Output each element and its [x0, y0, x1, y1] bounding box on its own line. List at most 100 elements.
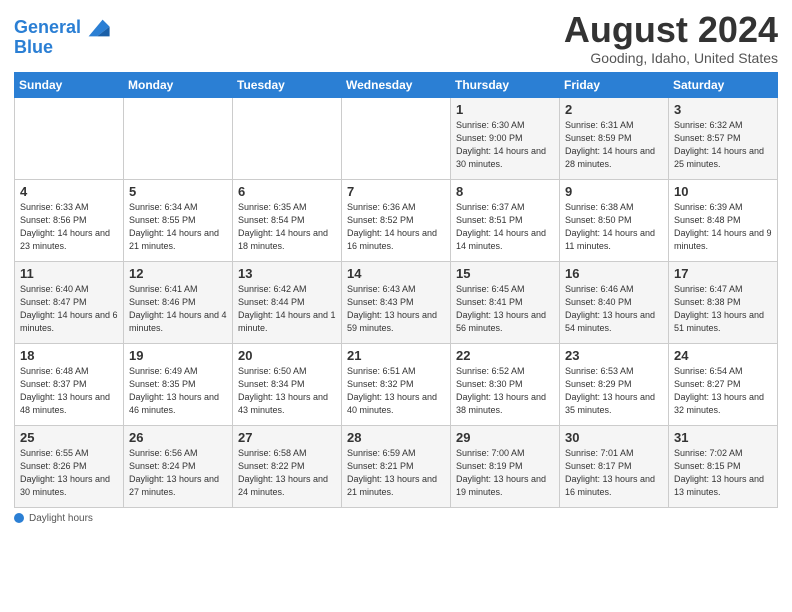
day-info: Sunrise: 6:52 AM Sunset: 8:30 PM Dayligh…: [456, 365, 554, 417]
day-info: Sunrise: 6:56 AM Sunset: 8:24 PM Dayligh…: [129, 447, 227, 499]
calendar-cell: 12 Sunrise: 6:41 AM Sunset: 8:46 PM Dayli…: [124, 261, 233, 343]
calendar-cell: 22 Sunrise: 6:52 AM Sunset: 8:30 PM Dayli…: [451, 343, 560, 425]
day-number: 23: [565, 348, 663, 363]
day-number: 15: [456, 266, 554, 281]
day-number: 19: [129, 348, 227, 363]
logo-icon: [83, 14, 111, 42]
day-number: 24: [674, 348, 772, 363]
calendar-cell: 25Sunrise: 6:55 AM Sunset: 8:26 PM Dayli…: [15, 425, 124, 507]
day-info: Sunrise: 6:34 AM Sunset: 8:55 PM Dayligh…: [129, 201, 227, 253]
day-number: 14: [347, 266, 445, 281]
day-info: Sunrise: 7:01 AM Sunset: 8:17 PM Dayligh…: [565, 447, 663, 499]
calendar-cell: 3Sunrise: 6:32 AM Sunset: 8:57 PM Daylig…: [669, 97, 778, 179]
calendar-cell: 17Sunrise: 6:47 AM Sunset: 8:38 PM Dayli…: [669, 261, 778, 343]
day-info: Sunrise: 6:54 AM Sunset: 8:27 PM Dayligh…: [674, 365, 772, 417]
calendar-cell: 23 Sunrise: 6:53 AM Sunset: 8:29 PM Dayli…: [560, 343, 669, 425]
calendar-cell: [15, 97, 124, 179]
day-info: Sunrise: 7:00 AM Sunset: 8:19 PM Dayligh…: [456, 447, 554, 499]
day-number: 20: [238, 348, 336, 363]
day-info: Sunrise: 6:41 AM Sunset: 8:46 PM Dayligh…: [129, 283, 227, 335]
day-number: 12: [129, 266, 227, 281]
day-info: Sunrise: 6:46 AM Sunset: 8:40 PM Dayligh…: [565, 283, 663, 335]
day-number: 5: [129, 184, 227, 199]
day-number: 18: [20, 348, 118, 363]
day-info: Sunrise: 6:45 AM Sunset: 8:41 PM Dayligh…: [456, 283, 554, 335]
day-info: Sunrise: 6:33 AM Sunset: 8:56 PM Dayligh…: [20, 201, 118, 253]
day-number: 22: [456, 348, 554, 363]
day-number: 31: [674, 430, 772, 445]
day-info: Sunrise: 6:39 AM Sunset: 8:48 PM Dayligh…: [674, 201, 772, 253]
calendar-cell: 9 Sunrise: 6:38 AM Sunset: 8:50 PM Daylig…: [560, 179, 669, 261]
calendar-cell: 31Sunrise: 7:02 AM Sunset: 8:15 PM Dayli…: [669, 425, 778, 507]
day-number: 2: [565, 102, 663, 117]
calendar-table: SundayMondayTuesdayWednesdayThursdayFrid…: [14, 72, 778, 508]
day-info: Sunrise: 6:37 AM Sunset: 8:51 PM Dayligh…: [456, 201, 554, 253]
day-info: Sunrise: 6:59 AM Sunset: 8:21 PM Dayligh…: [347, 447, 445, 499]
day-info: Sunrise: 6:48 AM Sunset: 8:37 PM Dayligh…: [20, 365, 118, 417]
calendar-cell: 2 Sunrise: 6:31 AM Sunset: 8:59 PM Daylig…: [560, 97, 669, 179]
day-number: 13: [238, 266, 336, 281]
weekday-header-thursday: Thursday: [451, 72, 560, 97]
day-info: Sunrise: 6:51 AM Sunset: 8:32 PM Dayligh…: [347, 365, 445, 417]
day-number: 17: [674, 266, 772, 281]
calendar-cell: 6Sunrise: 6:35 AM Sunset: 8:54 PM Daylig…: [233, 179, 342, 261]
weekday-header-tuesday: Tuesday: [233, 72, 342, 97]
day-number: 1: [456, 102, 554, 117]
calendar-week-row: 18 Sunrise: 6:48 AM Sunset: 8:37 PM Dayli…: [15, 343, 778, 425]
calendar-cell: 13 Sunrise: 6:42 AM Sunset: 8:44 PM Dayli…: [233, 261, 342, 343]
day-number: 28: [347, 430, 445, 445]
calendar-cell: [233, 97, 342, 179]
calendar-cell: 15 Sunrise: 6:45 AM Sunset: 8:41 PM Dayli…: [451, 261, 560, 343]
calendar-cell: 14Sunrise: 6:43 AM Sunset: 8:43 PM Dayli…: [342, 261, 451, 343]
footer: Daylight hours: [14, 513, 778, 524]
weekday-header-saturday: Saturday: [669, 72, 778, 97]
calendar-cell: [342, 97, 451, 179]
weekday-header-sunday: Sunday: [15, 72, 124, 97]
day-info: Sunrise: 6:49 AM Sunset: 8:35 PM Dayligh…: [129, 365, 227, 417]
calendar-cell: 28 Sunrise: 6:59 AM Sunset: 8:21 PM Dayli…: [342, 425, 451, 507]
day-number: 27: [238, 430, 336, 445]
calendar-cell: 26 Sunrise: 6:56 AM Sunset: 8:24 PM Dayli…: [124, 425, 233, 507]
weekday-header-wednesday: Wednesday: [342, 72, 451, 97]
calendar-week-row: 25Sunrise: 6:55 AM Sunset: 8:26 PM Dayli…: [15, 425, 778, 507]
day-info: Sunrise: 6:40 AM Sunset: 8:47 PM Dayligh…: [20, 283, 118, 335]
title-block: August 2024 Gooding, Idaho, United State…: [564, 10, 778, 66]
day-info: Sunrise: 6:36 AM Sunset: 8:52 PM Dayligh…: [347, 201, 445, 253]
page-container: General Blue August 2024 Gooding, Idaho,…: [0, 0, 792, 530]
calendar-cell: 1 Sunrise: 6:30 AM Sunset: 9:00 PM Daylig…: [451, 97, 560, 179]
day-number: 8: [456, 184, 554, 199]
calendar-cell: 16 Sunrise: 6:46 AM Sunset: 8:40 PM Dayli…: [560, 261, 669, 343]
calendar-cell: 5 Sunrise: 6:34 AM Sunset: 8:55 PM Daylig…: [124, 179, 233, 261]
day-info: Sunrise: 6:55 AM Sunset: 8:26 PM Dayligh…: [20, 447, 118, 499]
day-info: Sunrise: 6:30 AM Sunset: 9:00 PM Dayligh…: [456, 119, 554, 171]
day-info: Sunrise: 6:42 AM Sunset: 8:44 PM Dayligh…: [238, 283, 336, 335]
day-info: Sunrise: 6:53 AM Sunset: 8:29 PM Dayligh…: [565, 365, 663, 417]
day-info: Sunrise: 6:50 AM Sunset: 8:34 PM Dayligh…: [238, 365, 336, 417]
day-number: 26: [129, 430, 227, 445]
weekday-header-friday: Friday: [560, 72, 669, 97]
calendar-cell: 11Sunrise: 6:40 AM Sunset: 8:47 PM Dayli…: [15, 261, 124, 343]
calendar-cell: 29 Sunrise: 7:00 AM Sunset: 8:19 PM Dayli…: [451, 425, 560, 507]
calendar-cell: 21 Sunrise: 6:51 AM Sunset: 8:32 PM Dayli…: [342, 343, 451, 425]
calendar-cell: 7Sunrise: 6:36 AM Sunset: 8:52 PM Daylig…: [342, 179, 451, 261]
calendar-cell: 20 Sunrise: 6:50 AM Sunset: 8:34 PM Dayli…: [233, 343, 342, 425]
calendar-cell: 27Sunrise: 6:58 AM Sunset: 8:22 PM Dayli…: [233, 425, 342, 507]
day-number: 29: [456, 430, 554, 445]
day-number: 3: [674, 102, 772, 117]
calendar-week-row: 11Sunrise: 6:40 AM Sunset: 8:47 PM Dayli…: [15, 261, 778, 343]
calendar-cell: 18 Sunrise: 6:48 AM Sunset: 8:37 PM Dayli…: [15, 343, 124, 425]
header: General Blue August 2024 Gooding, Idaho,…: [14, 10, 778, 66]
day-info: Sunrise: 6:38 AM Sunset: 8:50 PM Dayligh…: [565, 201, 663, 253]
footer-dot-icon: [14, 513, 24, 523]
calendar-cell: 30Sunrise: 7:01 AM Sunset: 8:17 PM Dayli…: [560, 425, 669, 507]
day-number: 9: [565, 184, 663, 199]
calendar-cell: 4Sunrise: 6:33 AM Sunset: 8:56 PM Daylig…: [15, 179, 124, 261]
weekday-header-monday: Monday: [124, 72, 233, 97]
calendar-cell: 8 Sunrise: 6:37 AM Sunset: 8:51 PM Daylig…: [451, 179, 560, 261]
weekday-header-row: SundayMondayTuesdayWednesdayThursdayFrid…: [15, 72, 778, 97]
day-info: Sunrise: 6:31 AM Sunset: 8:59 PM Dayligh…: [565, 119, 663, 171]
calendar-cell: [124, 97, 233, 179]
day-number: 16: [565, 266, 663, 281]
day-number: 21: [347, 348, 445, 363]
calendar-week-row: 1 Sunrise: 6:30 AM Sunset: 9:00 PM Daylig…: [15, 97, 778, 179]
